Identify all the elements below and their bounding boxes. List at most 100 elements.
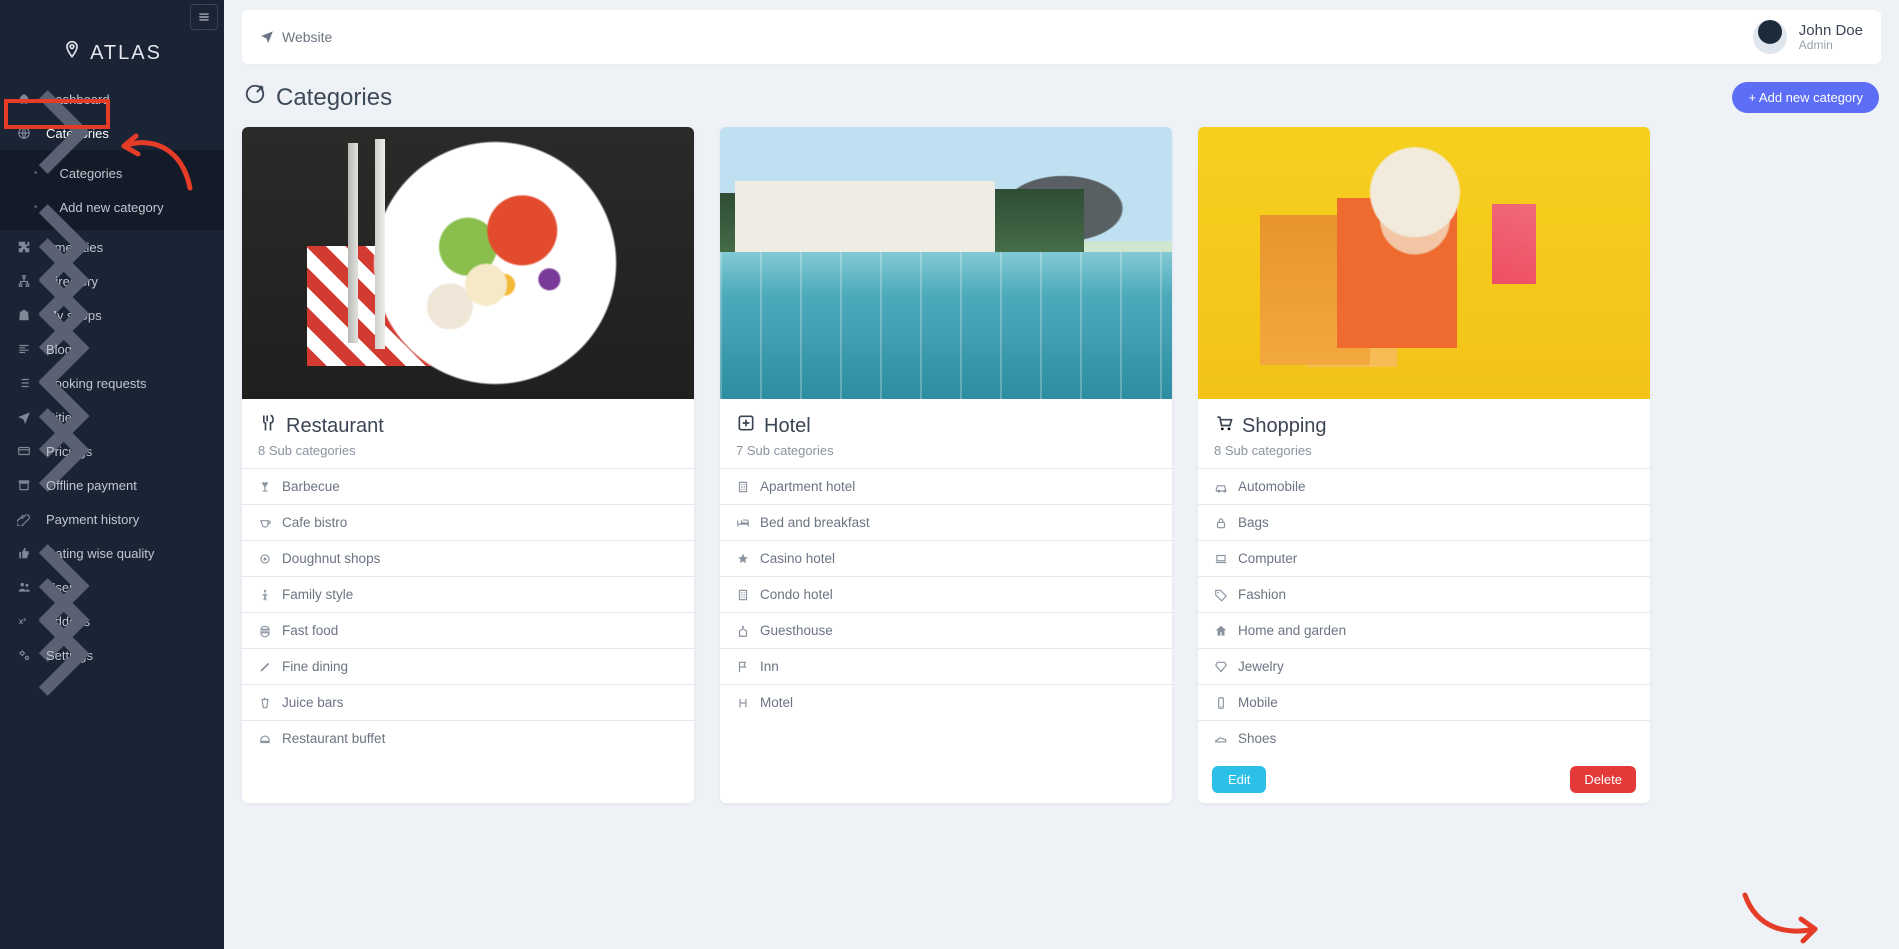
subcategory-item[interactable]: Fashion — [1198, 577, 1650, 613]
subcategory-label: Bags — [1238, 515, 1269, 530]
subcategory-item[interactable]: Guesthouse — [720, 613, 1172, 649]
burger-icon — [258, 624, 272, 638]
bed-icon — [736, 516, 750, 530]
subcategory-item[interactable]: Family style — [242, 577, 694, 613]
annotation-arrow-icon — [1737, 889, 1827, 945]
category-card-restaurant: Restaurant 8 Sub categories Barbecue Cafe b… — [242, 127, 694, 803]
page-title: Categories — [244, 83, 392, 112]
subcategory-item[interactable]: Casino hotel — [720, 541, 1172, 577]
website-link[interactable]: Website — [260, 29, 332, 46]
home-icon — [1214, 624, 1228, 638]
coffee-icon — [258, 516, 272, 530]
shoe-icon — [1214, 732, 1228, 746]
chevron-right-icon — [0, 579, 212, 732]
subcategory-label: Automobile — [1238, 479, 1306, 494]
building-icon — [736, 588, 750, 602]
subcategory-label: Fine dining — [282, 659, 348, 674]
subcategory-label: Computer — [1238, 551, 1297, 566]
subcategory-item[interactable]: Bed and breakfast — [720, 505, 1172, 541]
subcategory-item[interactable]: Motel — [720, 685, 1172, 720]
subcategory-item[interactable]: Barbecue — [242, 469, 694, 505]
sidebar-item-settings[interactable]: Settings — [0, 638, 224, 672]
subcategory-label: Casino hotel — [760, 551, 835, 566]
subcategory-item[interactable]: Restaurant buffet — [242, 721, 694, 756]
category-subtitle: 8 Sub categories — [1214, 443, 1634, 458]
subcategory-label: Home and garden — [1238, 623, 1346, 638]
star-icon — [736, 552, 750, 566]
subcategory-item[interactable]: Fast food — [242, 613, 694, 649]
sidebar-item-categories[interactable]: Categories — [0, 116, 224, 150]
subcategory-label: Guesthouse — [760, 623, 833, 638]
sidebar-item-offline-payment[interactable]: Offline payment — [0, 468, 224, 502]
subcategory-label: Mobile — [1238, 695, 1278, 710]
user-menu[interactable]: John Doe Admin — [1753, 20, 1863, 54]
gem-icon — [1214, 660, 1228, 674]
category-cards: Restaurant 8 Sub categories Barbecue Cafe b… — [242, 127, 1881, 803]
category-subtitle: 8 Sub categories — [258, 443, 678, 458]
edit-button[interactable]: Edit — [1212, 766, 1266, 793]
category-title: Hotel — [736, 413, 1156, 439]
subcategory-item[interactable]: Inn — [720, 649, 1172, 685]
subcategory-item[interactable]: Computer — [1198, 541, 1650, 577]
pen-icon — [258, 660, 272, 674]
add-new-category-button[interactable]: + Add new category — [1732, 82, 1879, 113]
website-label: Website — [282, 29, 332, 45]
subcategory-label: Apartment hotel — [760, 479, 855, 494]
subcategory-item[interactable]: Fine dining — [242, 649, 694, 685]
subcategory-item[interactable]: Juice bars — [242, 685, 694, 721]
mobile-icon — [1214, 696, 1228, 710]
subcategory-item[interactable]: Apartment hotel — [720, 469, 1172, 505]
subcategory-label: Inn — [760, 659, 779, 674]
subcategory-item[interactable]: Home and garden — [1198, 613, 1650, 649]
category-card-hotel: Hotel7 Sub categoriesApartment hotelBed … — [720, 127, 1172, 803]
subcategory-label: Doughnut shops — [282, 551, 380, 566]
subcategory-label: Bed and breakfast — [760, 515, 870, 530]
lock-icon — [1214, 516, 1228, 530]
hamburger-toggle[interactable] — [190, 4, 218, 30]
h-icon — [736, 696, 750, 710]
subcategory-label: Family style — [282, 587, 353, 602]
category-card-shopping: Shopping 8 Sub categories Automobile Bags Co… — [1198, 127, 1650, 803]
subcategory-label: Motel — [760, 695, 793, 710]
arrow-circle-icon — [244, 83, 266, 112]
car-icon — [1214, 480, 1228, 494]
subcategory-item[interactable]: Doughnut shops — [242, 541, 694, 577]
subcategory-label: Barbecue — [282, 479, 340, 494]
cart-icon — [1214, 413, 1234, 439]
tag-icon — [1214, 588, 1228, 602]
sidebar-item-pricings[interactable]: Pricings — [0, 434, 224, 468]
subcategory-item[interactable]: Jewelry — [1198, 649, 1650, 685]
sidebar-nav: DashboardCategoriesCategoriesAdd new cat… — [0, 82, 224, 672]
flag-icon — [736, 660, 750, 674]
child-icon — [258, 588, 272, 602]
category-image — [720, 127, 1172, 399]
subcategory-label: Fast food — [282, 623, 338, 638]
juice-icon — [258, 696, 272, 710]
subcategory-label: Cafe bistro — [282, 515, 347, 530]
subcategory-item[interactable]: Automobile — [1198, 469, 1650, 505]
sidebar: ATLAS DashboardCategoriesCategoriesAdd n… — [0, 0, 224, 949]
delete-button[interactable]: Delete — [1570, 766, 1636, 793]
subcategory-label: Shoes — [1238, 731, 1276, 746]
hospital-icon — [736, 413, 756, 439]
topbar: Website John Doe Admin — [242, 10, 1881, 64]
paper-plane-icon — [260, 29, 274, 46]
archive-icon — [16, 478, 32, 492]
user-role: Admin — [1799, 39, 1863, 52]
sidebar-item-label: Offline payment — [46, 478, 137, 493]
category-title: Shopping — [1214, 413, 1634, 439]
bell-icon — [258, 732, 272, 746]
category-title: Restaurant — [258, 413, 678, 439]
church-icon — [736, 624, 750, 638]
subcategory-item[interactable]: Cafe bistro — [242, 505, 694, 541]
donut-icon — [258, 552, 272, 566]
building-icon — [736, 480, 750, 494]
category-image — [1198, 127, 1650, 399]
subcategory-item[interactable]: Condo hotel — [720, 577, 1172, 613]
user-name: John Doe — [1799, 23, 1863, 39]
subcategory-item[interactable]: Bags — [1198, 505, 1650, 541]
subcategory-label: Fashion — [1238, 587, 1286, 602]
subcategory-item[interactable]: Shoes — [1198, 721, 1650, 756]
content: Website John Doe Admin Categories + Add … — [224, 0, 1899, 949]
subcategory-item[interactable]: Mobile — [1198, 685, 1650, 721]
